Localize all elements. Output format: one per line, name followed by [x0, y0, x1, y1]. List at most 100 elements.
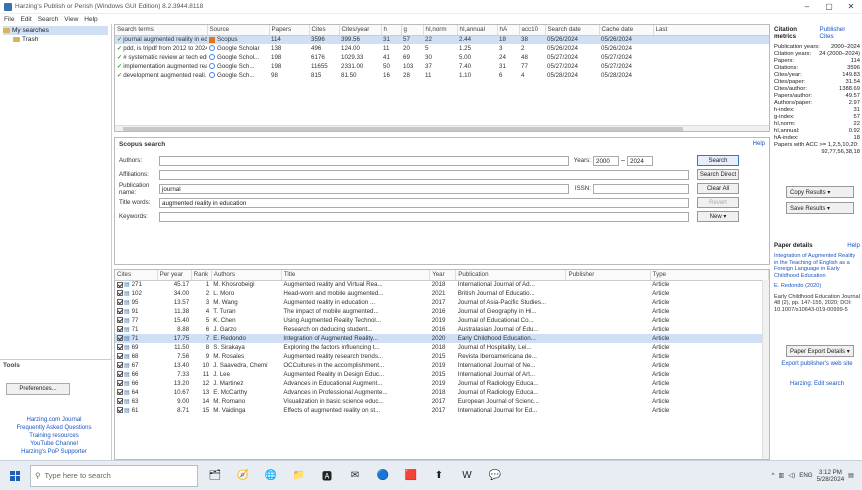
search-button[interactable]: Search [697, 155, 739, 166]
year-to-input[interactable]: 2024 [627, 155, 653, 166]
result-row[interactable]: ▤ 61 8.71 15 M. Vaidinga Effects of augmente… [115, 406, 769, 415]
result-row[interactable]: ▤ 63 9.00 14 M. Romano Visualization in basi… [115, 397, 769, 406]
metrics-help-link[interactable]: Publisher Cites [820, 26, 861, 40]
scroll-thumb[interactable] [123, 127, 683, 131]
link-youtube[interactable]: YouTube Channel [4, 440, 104, 448]
query-row[interactable]: ✓pdd, is tripdf from 2012 to 2024 Google … [115, 44, 769, 53]
result-row[interactable]: ▤ 71 17.75 7 E. Redondo Integration of Augme… [115, 334, 769, 343]
taskbar-app-icon[interactable]: 🗂 [204, 465, 226, 487]
paper-author[interactable]: E. Redondo (2020) [772, 281, 862, 292]
close-button[interactable]: ✕ [840, 0, 862, 14]
link-supporter[interactable]: Harzing's PoP Supporter [4, 448, 104, 456]
result-row[interactable]: ▤ 91 11.38 4 T. Turan The impact of mobile a… [115, 307, 769, 316]
taskbar-app-icon[interactable]: W [456, 465, 478, 487]
queries-col-header[interactable]: hI,norm [423, 25, 458, 36]
tree-trash[interactable]: Trash [3, 35, 108, 44]
row-checkbox[interactable] [117, 299, 123, 306]
queries-col-header[interactable]: Search date [545, 25, 600, 36]
menu-search[interactable]: Search [38, 16, 59, 23]
taskbar-app-icon[interactable]: 💬 [484, 465, 506, 487]
row-checkbox[interactable] [117, 371, 123, 378]
clear-all-button[interactable]: Clear All [697, 183, 739, 194]
result-row[interactable]: ▤ 67 13.40 10 J. Saavedra, Chemi OCCultures … [115, 361, 769, 370]
taskbar-app-icon[interactable]: 🧭 [232, 465, 254, 487]
row-checkbox[interactable] [117, 335, 123, 342]
query-row[interactable]: ✓implementation augmented rea... Google S… [115, 62, 769, 71]
row-checkbox[interactable] [117, 362, 123, 369]
queries-col-header[interactable]: Cites [309, 25, 340, 36]
result-row[interactable]: ▤ 77 15.40 5 K. Chen Using Augmented Reality… [115, 316, 769, 325]
result-row[interactable]: ▤ 95 13.57 3 M. Wang Augmented reality in ed… [115, 298, 769, 307]
results-vscrollbar[interactable] [762, 280, 769, 459]
notifications-icon[interactable]: ▤ [848, 472, 854, 479]
row-checkbox[interactable] [117, 326, 123, 333]
queries-col-header[interactable]: Papers [269, 25, 310, 36]
paper-details-help-link[interactable]: Help [847, 242, 860, 249]
result-row[interactable]: ▤ 66 13.20 12 J. Martinez Advances in Educat… [115, 379, 769, 388]
row-checkbox[interactable] [117, 344, 123, 351]
menu-edit[interactable]: Edit [20, 16, 31, 23]
publisher-site-link[interactable]: Export publisher's web site [772, 361, 862, 367]
keywords-input[interactable] [159, 211, 689, 222]
menu-view[interactable]: View [64, 16, 78, 23]
results-col-header[interactable]: Rank [191, 270, 212, 281]
link-training[interactable]: Training resources [4, 432, 104, 440]
results-col-header[interactable]: Title [281, 270, 431, 281]
result-row[interactable]: ▤ 271 45.17 1 M. Khosrobeigi Augmented reali… [115, 280, 769, 289]
row-checkbox[interactable] [117, 398, 123, 405]
taskbar-app-icon[interactable]: 🅰 [316, 465, 338, 487]
query-row[interactable]: ✓# systematic review ar tech edu... Googl… [115, 53, 769, 62]
search-help-link[interactable]: Help [753, 141, 765, 147]
queries-col-header[interactable]: g [401, 25, 424, 36]
tray-chevron-icon[interactable]: ^ [772, 472, 775, 479]
taskbar-app-icon[interactable]: 🌐 [260, 465, 282, 487]
results-col-header[interactable]: Type [650, 270, 769, 281]
title-words-input[interactable]: augmented reality in education [159, 197, 689, 208]
tree-my-searches[interactable]: My searches [3, 26, 108, 35]
start-button[interactable] [0, 461, 30, 490]
result-row[interactable]: ▤ 69 11.50 8 S. Sirakaya Exploring the facto… [115, 343, 769, 352]
taskbar-app-icon[interactable]: 🔵 [372, 465, 394, 487]
pubname-input[interactable]: journal [159, 183, 569, 194]
queries-col-header[interactable]: Search terms [115, 25, 208, 36]
copy-results-button[interactable]: Copy Results ▾ [786, 186, 854, 198]
results-col-header[interactable]: Publication [455, 270, 567, 281]
results-col-header[interactable]: Year [429, 270, 457, 281]
results-col-header[interactable]: Cites [115, 270, 158, 281]
revert-button[interactable]: Revert [697, 197, 739, 208]
results-col-header[interactable]: Publisher [565, 270, 651, 281]
year-from-input[interactable]: 2000 [593, 155, 619, 166]
edit-search-link[interactable]: Harzing: Edit search [772, 381, 862, 387]
queries-col-header[interactable]: h [381, 25, 402, 36]
menu-help[interactable]: Help [84, 16, 97, 23]
taskbar-app-icon[interactable]: 🟥 [400, 465, 422, 487]
link-journal[interactable]: Harzing.com Journal [4, 416, 104, 424]
row-checkbox[interactable] [117, 281, 123, 288]
queries-col-header[interactable]: Cites/year [339, 25, 382, 36]
result-row[interactable]: ▤ 71 8.88 6 J. Garzo Research on deducing st… [115, 325, 769, 334]
result-row[interactable]: ▤ 66 7.33 11 J. Lee Augmented Reality in Des… [115, 370, 769, 379]
paper-export-button[interactable]: Paper Export Details ▾ [786, 345, 854, 357]
row-checkbox[interactable] [117, 317, 123, 324]
restore-button[interactable]: ▢ [818, 0, 840, 14]
queries-col-header[interactable]: acc10 [519, 25, 546, 36]
query-row[interactable]: ✓development augmented reali... Google Sc… [115, 71, 769, 80]
row-checkbox[interactable] [117, 389, 123, 396]
issn-input[interactable] [593, 183, 689, 194]
result-row[interactable]: ▤ 68 7.56 9 M. Rosales Augmented reality res… [115, 352, 769, 361]
link-faq[interactable]: Frequently Asked Questions [4, 424, 104, 432]
language-indicator[interactable]: ENG [799, 472, 812, 479]
results-col-header[interactable]: Per year [157, 270, 192, 281]
result-row[interactable]: ▤ 102 34.00 2 L. Moro Head-worn and mobile a… [115, 289, 769, 298]
row-checkbox[interactable] [117, 353, 123, 360]
taskbar-app-icon[interactable]: 📁 [288, 465, 310, 487]
taskbar-app-icon[interactable]: ⬆ [428, 465, 450, 487]
network-icon[interactable]: ▥ [779, 472, 785, 479]
row-checkbox[interactable] [117, 407, 123, 414]
row-checkbox[interactable] [117, 290, 123, 297]
save-results-button[interactable]: Save Results ▾ [786, 202, 854, 214]
query-row[interactable]: ✓journal augmented reality in edu... Scop… [115, 35, 769, 44]
queries-col-header[interactable]: hI,annual [457, 25, 498, 36]
affiliations-input[interactable] [159, 169, 689, 180]
new-button[interactable]: New ▾ [697, 211, 739, 222]
